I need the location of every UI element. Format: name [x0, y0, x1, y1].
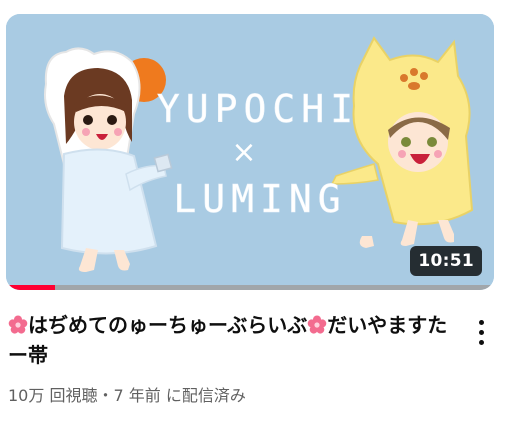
- video-card: YUPOCHI × LUMING 10:51 はぢめてのゅーちゅーぶらいぶ だい…: [0, 0, 518, 422]
- thumbnail-text-cross: ×: [231, 135, 256, 170]
- stream-age: 7 年前 に配信済み: [113, 386, 246, 405]
- video-title[interactable]: はぢめてのゅーちゅーぶらいぶ だいやますたー帯: [8, 310, 448, 370]
- menu-dot: [478, 339, 484, 345]
- thumbnail-text-line2: LUMING: [173, 177, 346, 221]
- video-title-part1: はぢめてのゅーちゅーぶらいぶ: [28, 313, 308, 337]
- more-vert-icon[interactable]: [465, 312, 497, 352]
- watch-progress-bar: [6, 285, 494, 290]
- cherry-blossom-icon: [8, 315, 28, 334]
- watch-progress-fill: [6, 285, 55, 290]
- duration-badge: 10:51: [410, 246, 482, 276]
- video-metadata: 10万 回視聴・7 年前 に配信済み: [8, 384, 246, 408]
- meta-separator: ・: [97, 386, 114, 405]
- menu-dot: [478, 329, 484, 335]
- video-thumbnail[interactable]: YUPOCHI × LUMING 10:51: [6, 14, 494, 290]
- menu-dot: [478, 319, 484, 325]
- thumbnail-text-line1: YUPOCHI: [157, 87, 359, 131]
- cherry-blossom-icon: [307, 315, 327, 334]
- view-count: 10万 回視聴: [8, 386, 98, 405]
